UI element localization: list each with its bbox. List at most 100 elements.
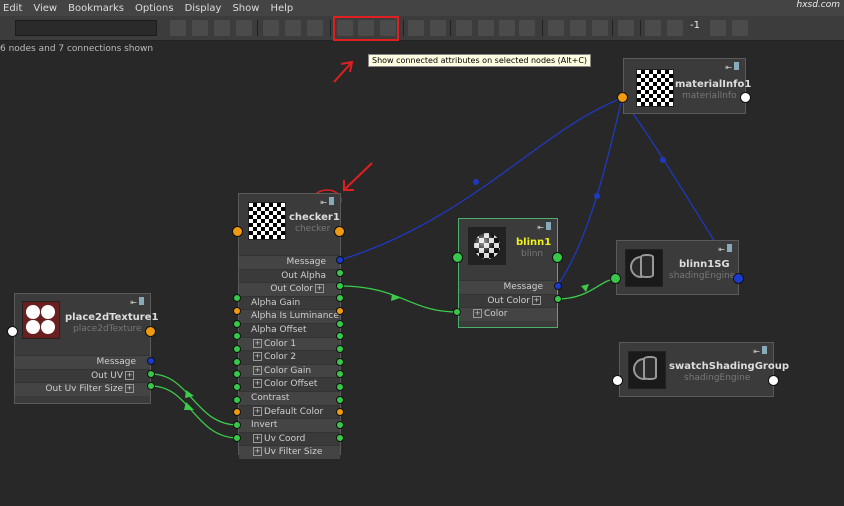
port-in-contrast[interactable]: [233, 383, 241, 391]
attr-alpha-offset[interactable]: Alpha Offset: [239, 322, 340, 337]
port-in-alpha-lum[interactable]: [233, 307, 241, 315]
port-in-alpha-offset[interactable]: [233, 320, 241, 328]
port-in-color2[interactable]: [233, 345, 241, 353]
node-materialinfo[interactable]: ⇤ materialInfo1 materialInfo: [623, 58, 751, 114]
swatchsg-input-port[interactable]: [612, 375, 623, 386]
attr-invert[interactable]: Invert: [239, 418, 340, 432]
port-out-uv-filter[interactable]: [336, 434, 344, 442]
node-checker[interactable]: ⇤ checker1 checker Message Out Alpha Out…: [238, 193, 341, 459]
port-out-color2[interactable]: [336, 345, 344, 353]
place2d-swatch: [22, 301, 60, 339]
port-out-alpha-offset[interactable]: [336, 320, 344, 328]
port-p2d-out-uv[interactable]: [147, 370, 155, 378]
port-out-color-offset[interactable]: [336, 370, 344, 378]
port-in-color1[interactable]: [233, 332, 241, 340]
blinn1sg-output-port[interactable]: [733, 273, 744, 284]
annotation-arrow-node: [343, 162, 373, 191]
attr-color-offset[interactable]: + Color Offset: [239, 377, 340, 391]
port-blinn-out-color[interactable]: [554, 295, 562, 303]
node-header-icons[interactable]: ⇤: [320, 197, 334, 207]
attribute-list: Message Out Alpha Out Color + Alpha Gain …: [239, 255, 340, 459]
attr-message[interactable]: Message: [239, 255, 340, 269]
attr-message[interactable]: Message: [459, 280, 557, 294]
checker-input-port[interactable]: [232, 226, 243, 237]
port-p2d-message[interactable]: [147, 357, 155, 365]
port-out-color[interactable]: [336, 282, 344, 290]
port-blinn-in-color[interactable]: [453, 308, 461, 316]
port-out-alpha[interactable]: [336, 269, 344, 277]
port-out-color1[interactable]: [336, 332, 344, 340]
node-header-icons[interactable]: ⇤: [537, 222, 551, 232]
attr-default-color[interactable]: + Default Color: [239, 404, 340, 419]
port-out-invert[interactable]: [336, 408, 344, 416]
annotation-arrow-toolbar: [333, 61, 353, 83]
node-blinn1sg[interactable]: ⇤ blinn1SG shadingEngine: [616, 240, 739, 295]
port-message[interactable]: [336, 256, 344, 264]
blinn1sg-swatch: [625, 249, 663, 287]
node-header-icons[interactable]: ⇤: [753, 346, 767, 356]
port-out-alpha-gain[interactable]: [336, 294, 344, 302]
attr-out-alpha[interactable]: Out Alpha: [239, 268, 340, 283]
node-type: checker: [295, 224, 331, 234]
port-in-uv-filter[interactable]: [233, 434, 241, 442]
attr-alpha-is-luminance[interactable]: Alpha Is Luminance: [239, 309, 340, 323]
connection-uv: [150, 373, 239, 426]
connection-checker-blinn: [339, 285, 458, 313]
node-name: materialInfo1: [675, 79, 752, 90]
port-p2d-out-uv-filter[interactable]: [147, 382, 155, 390]
node-place2dtexture[interactable]: ⇤ place2dTexture1 place2dTexture Message…: [14, 293, 158, 404]
node-swatchshadinggroup[interactable]: ⇤ swatchShadingGroup shadingEngine: [619, 342, 789, 397]
attr-uv-coord[interactable]: + Uv Coord: [239, 431, 340, 446]
node-type: place2dTexture: [73, 324, 142, 334]
blinn-input-port[interactable]: [452, 252, 463, 263]
port-blinn-message[interactable]: [554, 282, 562, 290]
attr-color[interactable]: + Color: [459, 307, 557, 321]
node-type: blinn: [521, 249, 544, 259]
port-in-color-gain[interactable]: [233, 358, 241, 366]
attr-color1[interactable]: + Color 1: [239, 336, 340, 351]
port-out-color-gain[interactable]: [336, 358, 344, 366]
port-out-contrast[interactable]: [336, 383, 344, 391]
node-name: swatchShadingGroup: [669, 361, 789, 372]
node-name: checker1: [289, 212, 340, 223]
attribute-list: Message Out Color + + Color: [459, 280, 557, 321]
node-name: blinn1SG: [679, 259, 730, 270]
place2d-input-port[interactable]: [7, 326, 18, 337]
materialinfo-output-port[interactable]: [740, 92, 751, 103]
connection-blinn-matinfo: [556, 97, 623, 287]
checker-output-port[interactable]: [334, 226, 345, 237]
port-in-invert[interactable]: [233, 408, 241, 416]
node-blinn[interactable]: ⇤ blinn1 blinn Message Out Color + + Color: [458, 218, 558, 328]
materialinfo-input-port[interactable]: [617, 92, 628, 103]
attr-alpha-gain[interactable]: Alpha Gain: [239, 295, 340, 310]
swatchsg-output-port[interactable]: [768, 375, 779, 386]
swatchsg-swatch: [628, 351, 666, 389]
attr-out-uv[interactable]: Out UV +: [15, 368, 150, 383]
node-header-icons[interactable]: ⇤: [718, 244, 732, 254]
attr-out-uv-filter-size[interactable]: Out Uv Filter Size +: [15, 382, 150, 396]
attr-out-color[interactable]: Out Color +: [459, 293, 557, 308]
attr-contrast[interactable]: Contrast: [239, 390, 340, 405]
blinn-output-port[interactable]: [552, 252, 563, 263]
blinn-swatch: [468, 227, 506, 265]
port-in-uv-coord[interactable]: [233, 421, 241, 429]
attr-message[interactable]: Message: [15, 355, 150, 369]
port-out-uv-coord[interactable]: [336, 421, 344, 429]
port-out-alpha-lum[interactable]: [336, 307, 344, 315]
node-name: blinn1: [516, 237, 552, 248]
port-in-alpha-gain[interactable]: [233, 294, 241, 302]
attr-color-gain[interactable]: + Color Gain: [239, 363, 340, 378]
node-type: shadingEngine: [669, 271, 736, 281]
node-type: materialInfo: [682, 91, 737, 101]
place2d-output-port[interactable]: [145, 326, 156, 337]
port-in-default-color[interactable]: [233, 396, 241, 404]
attr-color2[interactable]: + Color 2: [239, 350, 340, 364]
node-name: place2dTexture1: [65, 312, 159, 323]
blinn1sg-input-port[interactable]: [610, 273, 621, 284]
port-out-default-color[interactable]: [336, 396, 344, 404]
port-in-color-offset[interactable]: [233, 370, 241, 378]
attr-out-color[interactable]: Out Color +: [239, 282, 340, 296]
node-header-icons[interactable]: ⇤: [130, 297, 144, 307]
node-header-icons[interactable]: ⇤: [725, 62, 739, 72]
attr-uv-filter-size[interactable]: + Uv Filter Size: [239, 445, 340, 459]
